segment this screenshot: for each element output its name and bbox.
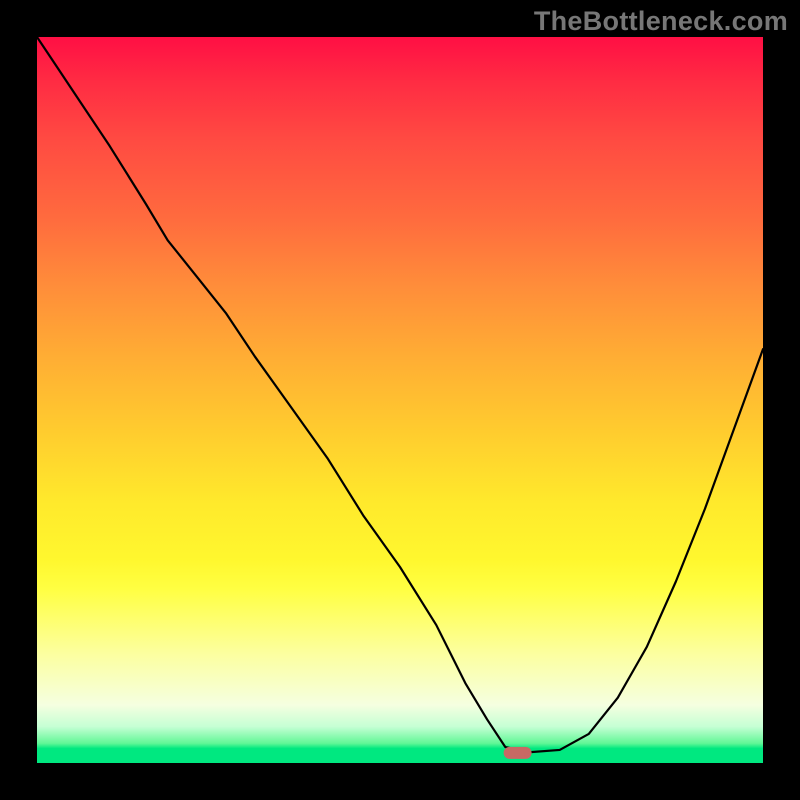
watermark-text: TheBottleneck.com — [534, 6, 788, 37]
optimal-point-marker — [504, 747, 532, 759]
bottleneck-curve — [37, 37, 763, 752]
chart-container: TheBottleneck.com — [0, 0, 800, 800]
plot-area — [37, 37, 763, 763]
chart-svg — [37, 37, 763, 763]
